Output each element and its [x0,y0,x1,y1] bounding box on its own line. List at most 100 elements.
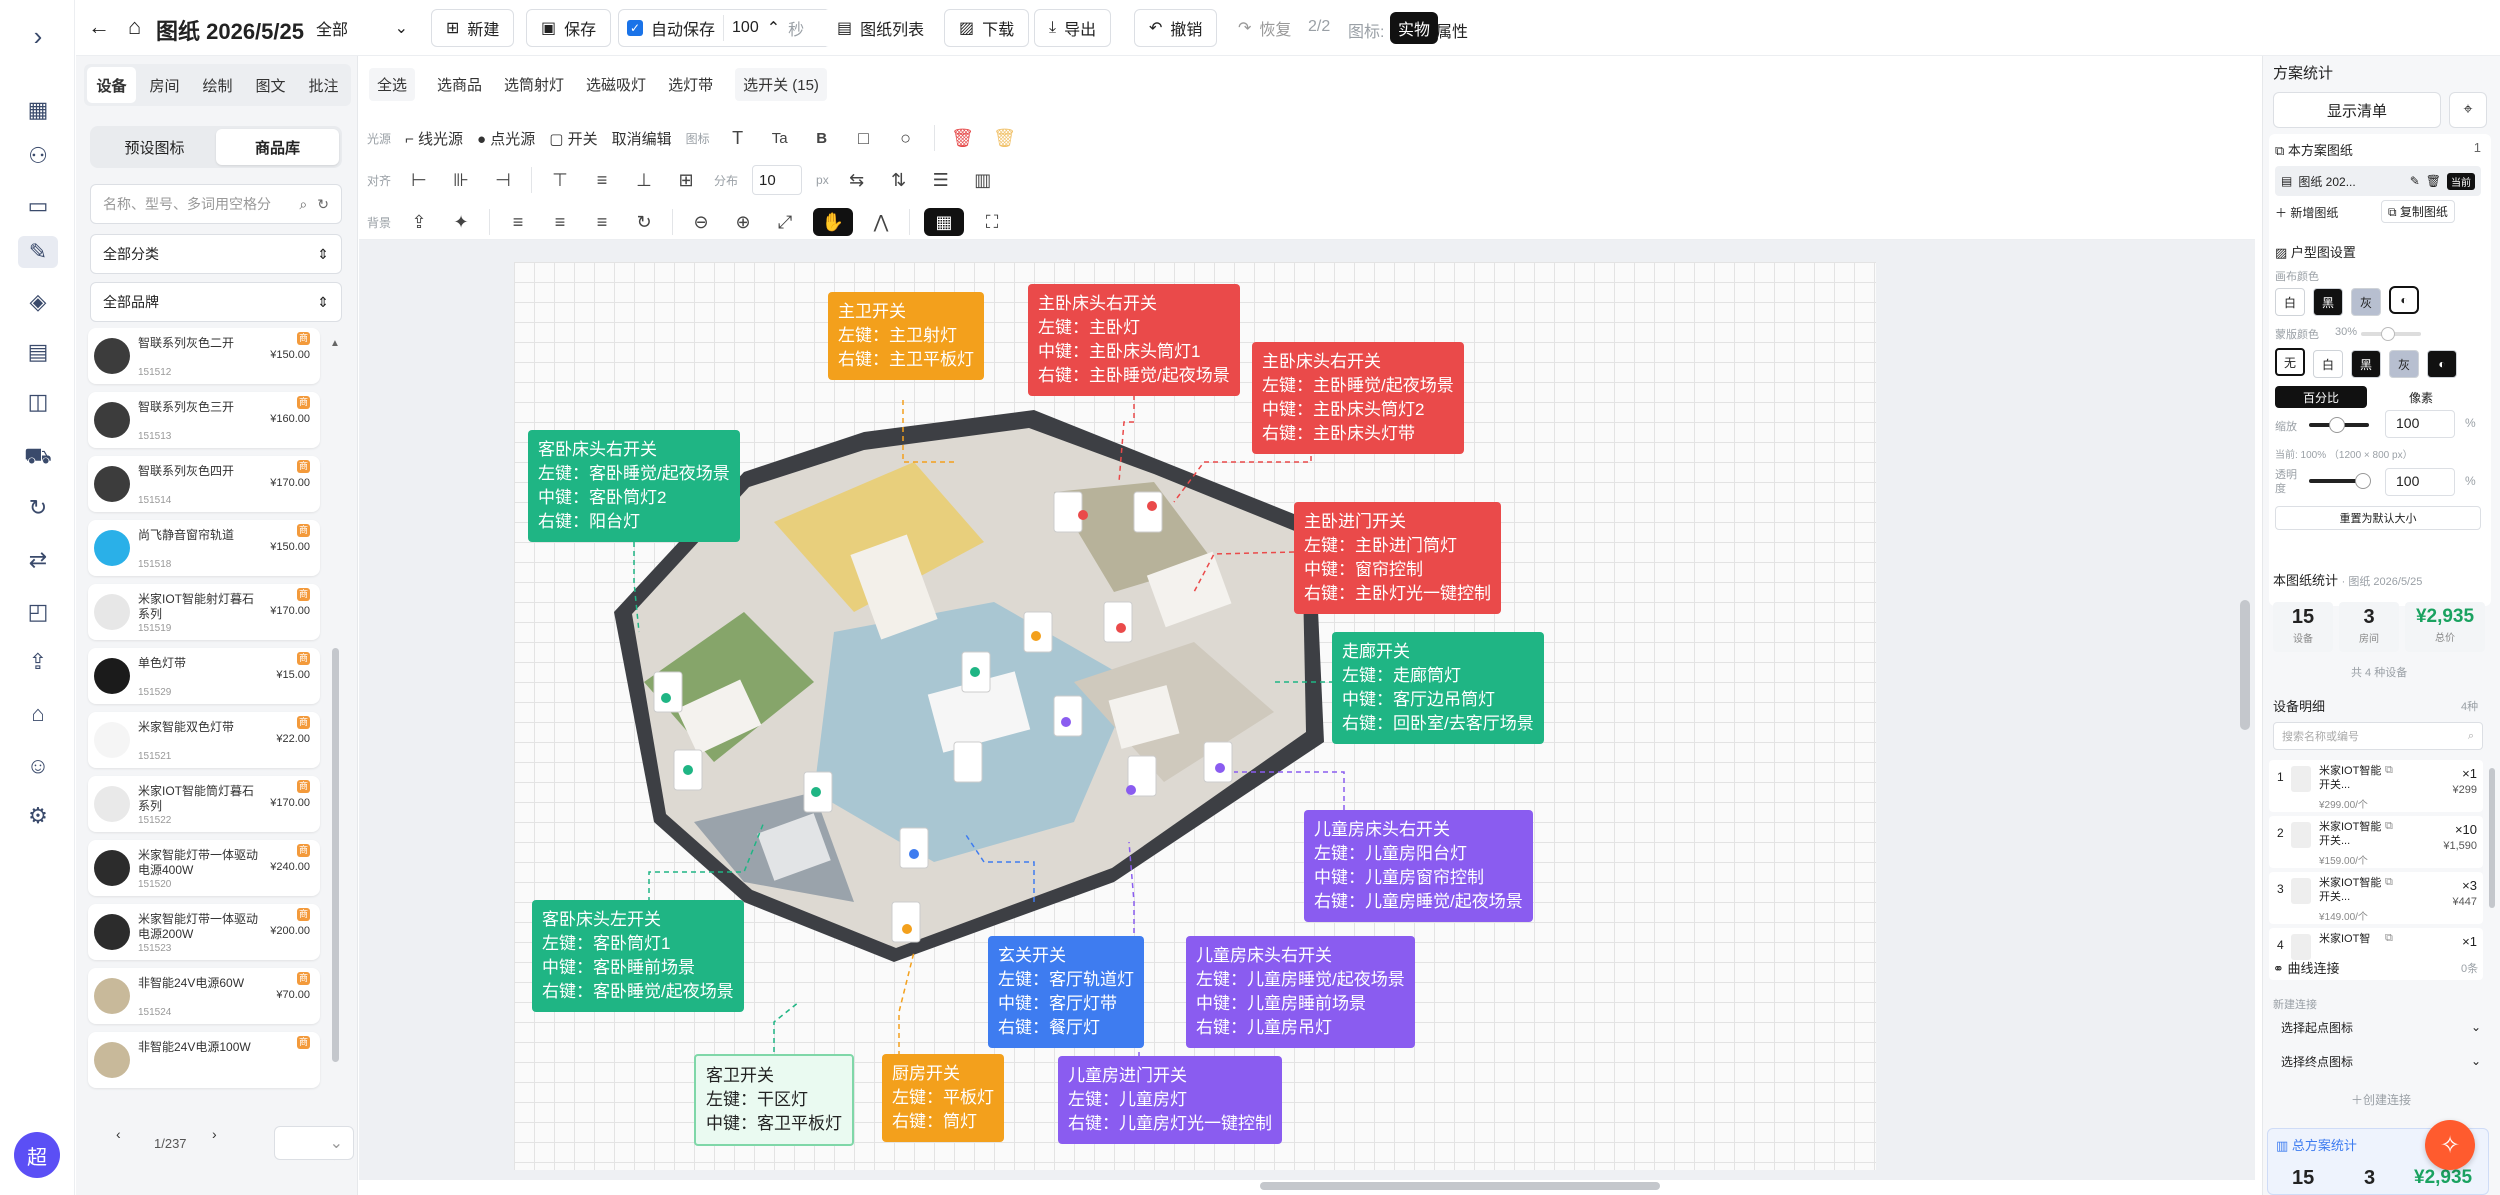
mode-real-button[interactable]: 实物 [1390,12,1439,44]
export-button[interactable]: ⤓ 导出 [1034,9,1112,47]
floor-plan-canvas[interactable]: 主卫开关 左键：主卫射灯 右键：主卫平板灯 主卧床头右开关 左键：主卧灯 中键：主卧床头筒… [514,262,1876,1170]
switch-callout[interactable]: 儿童房床头右开关 左键：儿童房阳台灯 中键：儿童房窗帘控制 右键：儿童房睡觉/起夜场景 [1304,810,1533,922]
reset-size-button[interactable]: 重置为默认大小 [2275,506,2481,530]
opacity-input[interactable]: 100 [2385,468,2455,496]
clear-icon[interactable]: 🗑 [991,124,1019,152]
layout-icon[interactable]: ▦ [22,94,54,126]
switch-callout[interactable]: 儿童房进门开关 左键：儿童房灯 右键：儿童房灯光一键控制 [1058,1056,1282,1144]
switch-callout[interactable]: 主卧进门开关 左键：主卧进门筒灯 中键：窗帘控制 右键：主卧灯光一键控制 [1294,502,1501,614]
list-button[interactable]: ▤ 图纸列表 [823,9,939,47]
align-center-icon[interactable]: ⊪ [447,166,475,194]
product-item[interactable]: 非智能24V电源60W 151524 ¥70.00 商 [88,968,320,1024]
product-item[interactable]: 智联系列灰色四开 151514 ¥170.00 商 [88,456,320,512]
circle-icon[interactable]: ○ [892,124,920,152]
switch-callout[interactable]: 走廊开关 左键：走廊筒灯 中键：客厅边吊筒灯 右键：回卧室/去客厅场景 [1332,632,1544,744]
switch-callout[interactable]: 厨房开关 左键：平板灯 右键：筒灯 [882,1054,1004,1142]
select-switches-button[interactable]: 选开关 (15) [735,68,827,101]
h-distribute-icon[interactable]: ⇆ [843,166,871,194]
preset-icons-tab[interactable]: 预设图标 [93,129,216,165]
robot-icon[interactable]: ☺ [22,750,54,782]
mask-white-swatch[interactable]: 白 [2313,350,2343,378]
tab-draw[interactable]: 绘制 [193,67,242,103]
align-right-icon[interactable]: ⊣ [489,166,517,194]
upload-bg-icon[interactable]: ⇪ [405,208,433,236]
show-list-button[interactable]: 显示清单 [2273,92,2441,128]
align-middle-icon[interactable]: ≡ [588,166,616,194]
start-select[interactable]: 选择起点图标 ⌄ [2273,1014,2489,1040]
switch-callout[interactable]: 儿童房床头右开关 左键：儿童房睡觉/起夜场景 中键：儿童房睡前场景 右键：儿童房吊灯 [1186,936,1415,1048]
text-right-icon[interactable]: ≡ [588,208,616,236]
search-icon[interactable]: ⌕ [2468,730,2474,743]
delete-icon[interactable]: 🗑 [949,124,977,152]
ai-assistant-button[interactable]: ✧ [2425,1120,2475,1170]
box-icon[interactable]: ◈ [22,286,54,318]
product-item[interactable]: 米家IOT智能筒灯暮石系列 151522 ¥170.00 商 [88,776,320,832]
product-item[interactable]: 米家IOT智能射灯暮石系列 151519 ¥170.00 商 [88,584,320,640]
undo-button[interactable]: ↶ 撤销 [1134,9,1218,47]
create-connection-button[interactable]: ＋ 创建连接 [2273,1084,2489,1114]
detail-item[interactable]: 1 米家IOT智能开关... ⧉ ¥299.00/个 ×1 ¥299 [2269,760,2483,812]
distribute-input[interactable]: 10 [752,165,803,195]
product-item[interactable]: 米家智能灯带一体驱动电源200W 151523 ¥200.00 商 [88,904,320,960]
scrollbar[interactable] [2489,768,2495,908]
h-scrollbar[interactable] [1260,1182,1660,1190]
edit-icon[interactable]: ✎ [2410,174,2420,188]
zoom-slider[interactable] [2309,417,2369,433]
swap-icon[interactable]: ⇄ [22,544,54,576]
bag-icon[interactable]: ◫ [22,386,54,418]
category-select[interactable]: 全部分类 ⇕ [90,234,342,274]
copy-icon[interactable]: ⧉ [2385,764,2393,777]
users-icon[interactable]: ⚇ [22,140,54,172]
fit-icon[interactable]: ⤢ [771,208,799,236]
expand-icon[interactable]: › [22,20,54,52]
switch-callout[interactable]: 主卧床头右开关 左键：主卧灯 中键：主卧床头筒灯1 右键：主卧睡觉/起夜场景 [1028,284,1240,396]
prev-page-icon[interactable]: ‹ [116,1126,121,1142]
select-downlights-button[interactable]: 选筒射灯 [504,74,564,95]
brand-select[interactable]: 全部品牌 ⇕ [90,282,342,322]
pixel-toggle[interactable]: 像素 [2375,386,2467,408]
canvas-white-swatch[interactable]: 白 [2275,288,2305,316]
redo-button[interactable]: ↷ 恢复 [1224,9,1306,47]
back-icon[interactable]: ← [88,14,110,40]
opacity-slider[interactable] [2309,473,2371,489]
switch-button[interactable]: ▢ 开关 [549,128,597,149]
magic-icon[interactable]: ✦ [447,208,475,236]
product-item[interactable]: 米家智能灯带一体驱动电源400W 151520 ¥240.00 商 [88,840,320,896]
refresh-icon[interactable]: ↻ [22,492,54,524]
tab-devices[interactable]: 设备 [87,67,136,103]
copy-plan-button[interactable]: ⧉ 复制图纸 [2381,200,2455,223]
rotate-icon[interactable]: ↻ [630,208,658,236]
select-all-button[interactable]: 全选 [369,68,416,101]
text-center-icon[interactable]: ≡ [546,208,574,236]
grid-align-icon[interactable]: ⊞ [672,166,700,194]
tab-rooms[interactable]: 房间 [140,67,189,103]
tab-annotate[interactable]: 批注 [299,67,348,103]
product-item[interactable]: 单色灯带 151529 ¥15.00 商 [88,648,320,704]
switch-callout[interactable]: 客卧床头右开关 左键：客卧睡觉/起夜场景 中键：客卧筒灯2 右键：阳台灯 [528,430,740,542]
mask-gray-swatch[interactable]: 灰 [2389,350,2419,378]
switch-callout[interactable]: 玄关开关 左键：客厅轨道灯 中键：客厅灯带 右键：餐厅灯 [988,936,1144,1048]
new-button[interactable]: ⊞ 新建 [431,9,515,47]
palette-icon[interactable]: ◐ [2427,350,2457,378]
v-distribute-icon[interactable]: ⇅ [885,166,913,194]
plan-item[interactable]: ▤ 图纸 202... ✎ 🗑 当前 [2275,166,2481,196]
palette-icon[interactable]: ◐ [2389,286,2419,314]
refresh-icon[interactable]: ↻ [317,196,329,213]
select-magnetic-button[interactable]: 选磁吸灯 [586,74,646,95]
truck-icon[interactable]: ⛟ [22,440,54,472]
point-light-button[interactable]: ● 点光源 [477,128,535,149]
text-size-icon[interactable]: Ta [766,124,794,152]
next-page-icon[interactable]: › [212,1126,217,1142]
bold-icon[interactable]: B [808,124,836,152]
align-bottom-icon[interactable]: ⊥ [630,166,658,194]
align-left-icon[interactable]: ⊢ [405,166,433,194]
pen-icon[interactable]: ⋀ [867,208,895,236]
copy-icon[interactable]: ⧉ [2385,932,2393,945]
location-icon[interactable]: ⌖ [2449,92,2487,128]
mask-black-swatch[interactable]: 黑 [2351,350,2381,378]
product-library-tab[interactable]: 商品库 [216,129,339,165]
rows-icon[interactable]: ☰ [927,166,955,194]
design-icon[interactable]: ✎ [18,236,58,268]
switch-callout[interactable]: 主卧床头右开关 左键：主卧睡觉/起夜场景 中键：主卧床头筒灯2 右键：主卧床头灯带 [1252,342,1464,454]
mode-attr-button[interactable]: 属性 [1436,18,1468,42]
